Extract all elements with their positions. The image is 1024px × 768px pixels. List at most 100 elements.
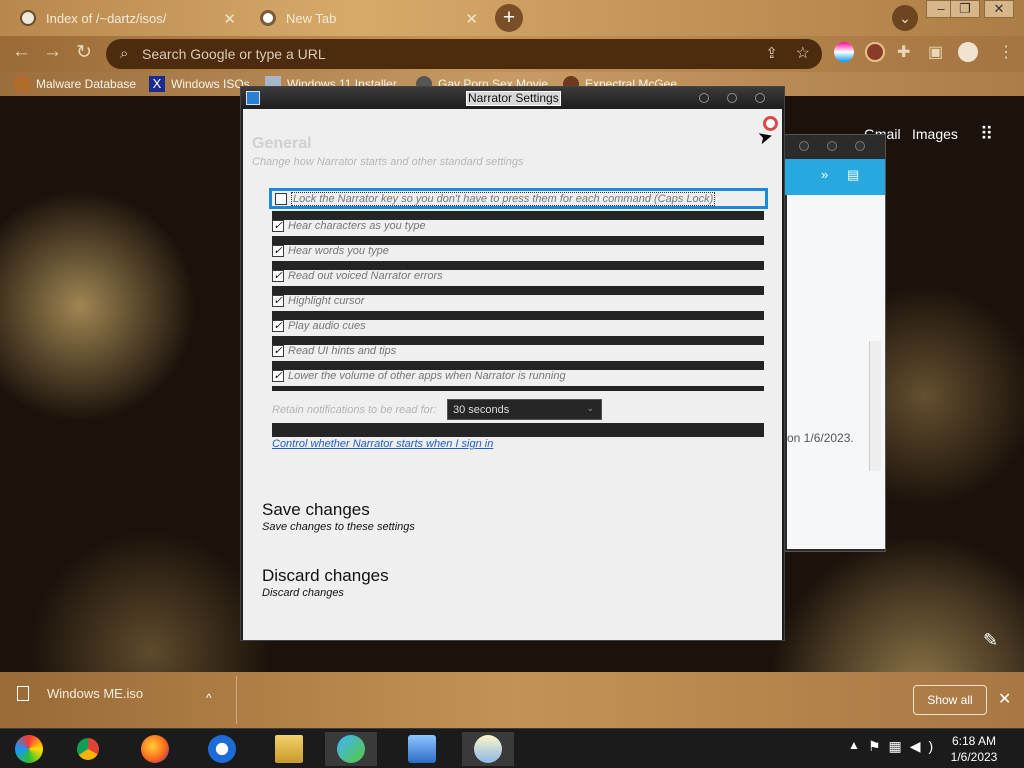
signin-startup-link[interactable]: Control whether Narrator starts when I s… bbox=[272, 438, 493, 450]
users-icon bbox=[337, 735, 365, 763]
option-play-audio-cues[interactable]: ✓ Play audio cues bbox=[272, 319, 764, 333]
images-link[interactable]: Images bbox=[912, 126, 958, 142]
maximize-button[interactable]: ❐ bbox=[950, 0, 980, 18]
retain-notifications-label: Retain notifications to be read for: bbox=[272, 404, 437, 416]
option-label: Highlight cursor bbox=[288, 295, 365, 307]
taskbar-computer[interactable] bbox=[396, 732, 448, 766]
bookmark-star-icon[interactable]: ☆ bbox=[796, 43, 810, 63]
scrollbar[interactable] bbox=[869, 341, 881, 471]
checkbox[interactable]: ✓ bbox=[272, 295, 284, 307]
extension-flag-icon[interactable] bbox=[834, 42, 854, 62]
tab-title: New Tab bbox=[286, 10, 337, 26]
taskbar-blue-circle-app[interactable] bbox=[196, 732, 248, 766]
share-icon[interactable]: ⇪ bbox=[765, 44, 778, 62]
save-changes-button[interactable]: Save changes Save changes to these setti… bbox=[262, 500, 415, 533]
checkbox[interactable]: ✓ bbox=[272, 245, 284, 257]
extensions-puzzle-icon[interactable]: ✚ bbox=[897, 42, 910, 62]
chevron-up-icon[interactable]: ^ bbox=[206, 691, 212, 705]
checkbox[interactable]: ✓ bbox=[272, 220, 284, 232]
chevron-down-icon: ⌄ bbox=[586, 403, 594, 413]
bookmark-malware-database[interactable]: Malware Database bbox=[14, 76, 136, 92]
option-label: Lock the Narrator key so you don't have … bbox=[291, 191, 716, 206]
retain-duration-select[interactable]: 30 seconds ⌄ bbox=[447, 399, 602, 420]
close-dot-button[interactable] bbox=[755, 93, 765, 103]
discard-changes-description: Discard changes bbox=[262, 587, 344, 599]
narrator-app-icon bbox=[246, 91, 260, 105]
minimize-dot-button[interactable] bbox=[699, 93, 709, 103]
side-panel-icon[interactable]: ▣ bbox=[928, 42, 943, 62]
system-tray-icons[interactable]: ⚑▦◀) bbox=[868, 738, 941, 755]
window-control-dot[interactable] bbox=[799, 141, 809, 151]
new-tab-button[interactable]: + bbox=[495, 4, 523, 32]
checkbox[interactable]: ✓ bbox=[272, 345, 284, 357]
tab-index-of-isos[interactable]: Index of /~dartz/isos/ ✕ bbox=[6, 2, 244, 34]
option-read-errors[interactable]: ✓ Read out voiced Narrator errors bbox=[272, 269, 764, 283]
taskbar-narrator[interactable] bbox=[462, 732, 514, 766]
bookmark-windows-isos[interactable]: X Windows ISOs bbox=[149, 76, 250, 92]
narrator-settings-window: Narrator Settings ➤ General Change how N… bbox=[240, 86, 785, 641]
close-shelf-icon[interactable]: ✕ bbox=[998, 689, 1011, 709]
x-logo-icon: X bbox=[149, 76, 165, 92]
window-title: Narrator Settings bbox=[466, 91, 561, 106]
checkbox[interactable]: ✓ bbox=[272, 370, 284, 382]
background-app-window[interactable]: » ▤ on 1/6/2023. bbox=[782, 134, 886, 552]
close-window-button[interactable]: ✕ bbox=[984, 0, 1014, 18]
background-window-date: on 1/6/2023. bbox=[787, 431, 854, 445]
clock-time: 6:18 AM bbox=[951, 734, 997, 748]
taskbar: ▲ ⚑▦◀) 6:18 AM 1/6/2023 bbox=[0, 728, 1024, 768]
customize-pencil-icon[interactable]: ✎ bbox=[983, 630, 998, 651]
taskbar-file-explorer[interactable] bbox=[263, 732, 315, 766]
taskbar-firefox[interactable] bbox=[129, 732, 181, 766]
option-hear-words[interactable]: ✓ Hear words you type bbox=[272, 244, 764, 258]
menu-icon[interactable]: ▤ bbox=[847, 167, 859, 183]
option-label: Lower the volume of other apps when Narr… bbox=[288, 370, 566, 382]
taskbar-clock[interactable]: 6:18 AM 1/6/2023 bbox=[950, 733, 998, 765]
menu-dots-icon[interactable]: ⋮ bbox=[998, 42, 1014, 62]
option-hear-characters[interactable]: ✓ Hear characters as you type bbox=[272, 219, 764, 233]
close-tab-icon[interactable]: ✕ bbox=[465, 10, 478, 28]
address-input[interactable]: Search Google or type a URL bbox=[142, 46, 326, 62]
checkbox[interactable]: ✓ bbox=[272, 320, 284, 332]
checkbox[interactable]: ✓ bbox=[272, 270, 284, 282]
checkbox[interactable] bbox=[275, 192, 287, 205]
browser-toolbar: ← → ↻ ⌕ Search Google or type a URL ⇪ ☆ … bbox=[0, 36, 1024, 72]
background-window-ribbon: » ▤ bbox=[783, 159, 885, 195]
divider bbox=[272, 386, 764, 391]
file-icon bbox=[17, 686, 29, 701]
divider bbox=[272, 423, 764, 437]
search-icon: ⌕ bbox=[120, 45, 129, 62]
window-control-dot[interactable] bbox=[827, 141, 837, 151]
maximize-dot-button[interactable] bbox=[727, 93, 737, 103]
tab-new-tab[interactable]: New Tab ✕ bbox=[246, 2, 486, 34]
show-all-button[interactable]: Show all bbox=[913, 685, 987, 715]
close-tab-icon[interactable]: ✕ bbox=[223, 10, 236, 28]
chevron-right-icon[interactable]: » bbox=[821, 167, 828, 182]
profile-avatar-icon[interactable] bbox=[958, 42, 978, 62]
window-titlebar[interactable]: Narrator Settings bbox=[241, 87, 784, 109]
option-lower-volume[interactable]: ✓ Lower the volume of other apps when Na… bbox=[272, 369, 764, 383]
taskbar-start-button[interactable] bbox=[3, 732, 55, 766]
tab-search-button[interactable]: ⌄ bbox=[892, 5, 918, 31]
option-label: Read UI hints and tips bbox=[288, 345, 397, 357]
option-label: Read out voiced Narrator errors bbox=[288, 270, 443, 282]
option-highlight-cursor[interactable]: ✓ Highlight cursor bbox=[272, 294, 764, 308]
google-apps-grid-icon[interactable]: ⠿ bbox=[980, 124, 1000, 144]
window-control-dot[interactable] bbox=[855, 141, 865, 151]
option-read-ui-hints[interactable]: ✓ Read UI hints and tips bbox=[272, 344, 764, 358]
download-item[interactable]: Windows ME.iso bbox=[17, 686, 143, 701]
bookmark-label: Malware Database bbox=[36, 77, 137, 91]
forward-arrow-icon[interactable]: → bbox=[43, 41, 62, 63]
option-lock-narrator-key[interactable]: Lock the Narrator key so you don't have … bbox=[269, 188, 768, 209]
taskbar-chrome[interactable] bbox=[62, 732, 114, 766]
section-subtitle: Change how Narrator starts and other sta… bbox=[252, 156, 524, 168]
save-changes-title: Save changes bbox=[262, 500, 370, 519]
address-bar[interactable]: ⌕ Search Google or type a URL ⇪ ☆ bbox=[106, 39, 822, 69]
narrator-content: ➤ General Change how Narrator starts and… bbox=[243, 109, 782, 640]
bookmark-label: Windows ISOs bbox=[171, 77, 250, 91]
back-arrow-icon[interactable]: ← bbox=[12, 41, 31, 63]
show-hidden-icons-icon[interactable]: ▲ bbox=[848, 738, 860, 752]
discard-changes-button[interactable]: Discard changes Discard changes bbox=[262, 566, 389, 599]
reload-icon[interactable]: ↻ bbox=[76, 41, 92, 64]
extension-avatar-icon[interactable] bbox=[865, 42, 885, 62]
taskbar-users-app[interactable] bbox=[325, 732, 377, 766]
